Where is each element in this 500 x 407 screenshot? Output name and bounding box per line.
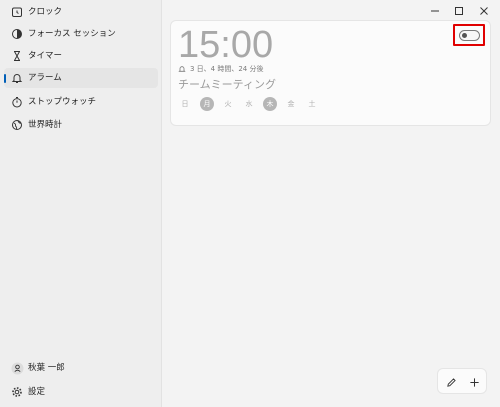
sidebar-item-label: タイマー — [28, 51, 63, 61]
day-tuesday: 火 — [224, 100, 232, 108]
sidebar-item-alarm[interactable]: アラーム — [4, 68, 158, 88]
alarm-remaining-row: 3 日、4 時間、24 分後 — [178, 63, 264, 75]
globe-icon — [10, 118, 24, 132]
sidebar-item-stopwatch[interactable]: ストップウォッチ — [4, 92, 158, 112]
sidebar-item-label: クロック — [28, 7, 63, 17]
edit-button[interactable] — [442, 373, 460, 391]
clock-icon — [10, 5, 24, 19]
alarm-toggle[interactable] — [459, 30, 480, 41]
bell-icon — [10, 71, 24, 85]
sidebar-item-label: フォーカス セッション — [28, 29, 116, 39]
sidebar-item-settings[interactable]: 設定 — [4, 382, 158, 402]
user-icon — [10, 361, 24, 375]
day-friday: 金 — [287, 100, 295, 108]
gear-icon — [10, 385, 24, 399]
highlight-box — [453, 24, 485, 46]
day-sunday: 日 — [181, 100, 189, 108]
focus-session-icon — [10, 27, 24, 41]
alarm-remaining-text: 3 日、4 時間、24 分後 — [190, 65, 264, 73]
user-name: 秋葉 一郎 — [28, 363, 65, 373]
sidebar: クロック フォーカス セッション タイマー アラーム ストップウォッチ 世界時計 — [0, 0, 162, 407]
alarm-time: 15:00 — [178, 24, 274, 66]
sidebar-item-label: アラーム — [28, 73, 62, 83]
sidebar-item-label: 世界時計 — [28, 120, 63, 130]
alarm-card[interactable]: 15:00 3 日、4 時間、24 分後 チームミーティング 日 月 火 水 木… — [170, 20, 491, 126]
hourglass-icon — [10, 49, 24, 63]
sidebar-user-account[interactable]: 秋葉 一郎 — [4, 358, 158, 378]
bell-icon — [178, 66, 186, 72]
maximize-button[interactable] — [450, 4, 468, 18]
maximize-icon — [455, 7, 463, 15]
active-indicator — [4, 74, 6, 83]
stopwatch-icon — [10, 95, 24, 109]
minimize-icon — [431, 10, 439, 12]
day-monday: 月 — [200, 97, 214, 111]
alarm-name: チームミーティング — [178, 78, 277, 91]
sidebar-item-label: ストップウォッチ — [28, 97, 97, 107]
plus-icon — [469, 377, 479, 387]
toggle-knob — [462, 33, 467, 38]
sidebar-item-label: 設定 — [28, 387, 46, 397]
close-icon — [480, 7, 488, 15]
day-thursday: 木 — [263, 97, 277, 111]
sidebar-item-focus-session[interactable]: フォーカス セッション — [4, 24, 158, 44]
sidebar-item-clock[interactable]: クロック — [4, 2, 158, 22]
sidebar-item-timer[interactable]: タイマー — [4, 46, 158, 66]
sidebar-item-world-clock[interactable]: 世界時計 — [4, 115, 158, 135]
day-saturday: 土 — [308, 100, 316, 108]
pencil-icon — [446, 377, 456, 387]
close-button[interactable] — [475, 4, 493, 18]
day-wednesday: 水 — [245, 100, 253, 108]
add-alarm-button[interactable] — [465, 373, 483, 391]
bottom-command-bar — [437, 368, 487, 394]
minimize-button[interactable] — [426, 4, 444, 18]
